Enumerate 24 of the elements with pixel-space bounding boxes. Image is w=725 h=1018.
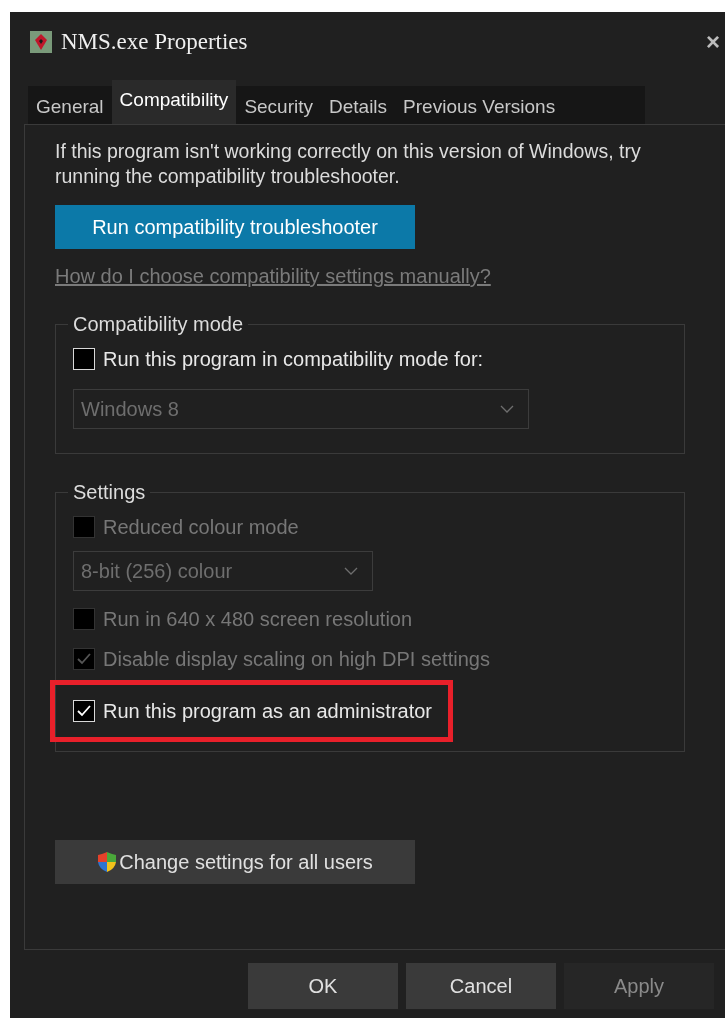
tab[interactable]: General — [28, 90, 112, 124]
group-title: Compatibility mode — [68, 314, 249, 334]
chevron-icon — [500, 405, 514, 413]
intro-text: If this program isn't working correctly on this version of Windows, try running the compatibility troubleshooter. — [55, 139, 642, 189]
close-button[interactable]: × — [706, 28, 720, 56]
change-settings-button[interactable]: Change settings for all users — [55, 840, 415, 884]
app-icon — [30, 31, 52, 53]
checkbox-label: Run this program in compatibility mode for: — [103, 347, 484, 371]
tab[interactable]: Security — [236, 90, 321, 124]
checkbox-label: Disable display scaling on high DPI settings — [103, 647, 490, 671]
tab[interactable]: Compatibility — [111, 80, 237, 124]
group-title: Settings — [68, 482, 151, 502]
window-title: NMS.exe Properties — [61, 29, 248, 55]
checkbox-label: Run in 640 x 480 screen resolution — [103, 607, 413, 631]
tab[interactable]: Details — [321, 90, 396, 124]
troubleshooter-button[interactable]: Run compatibility troubleshooter — [55, 205, 415, 249]
checkbox-label: Reduced colour mode — [103, 515, 299, 539]
shield-icon — [97, 851, 118, 873]
chevron-icon — [344, 567, 358, 575]
checkbox-label: Run this program as an administrator — [103, 699, 433, 723]
help-link[interactable]: How do I choose compatibility settings manually? — [55, 265, 491, 288]
tab[interactable]: Previous Versions — [395, 90, 564, 124]
dialog-button[interactable]: OK — [248, 963, 398, 1009]
dialog-button[interactable]: Cancel — [406, 963, 556, 1009]
